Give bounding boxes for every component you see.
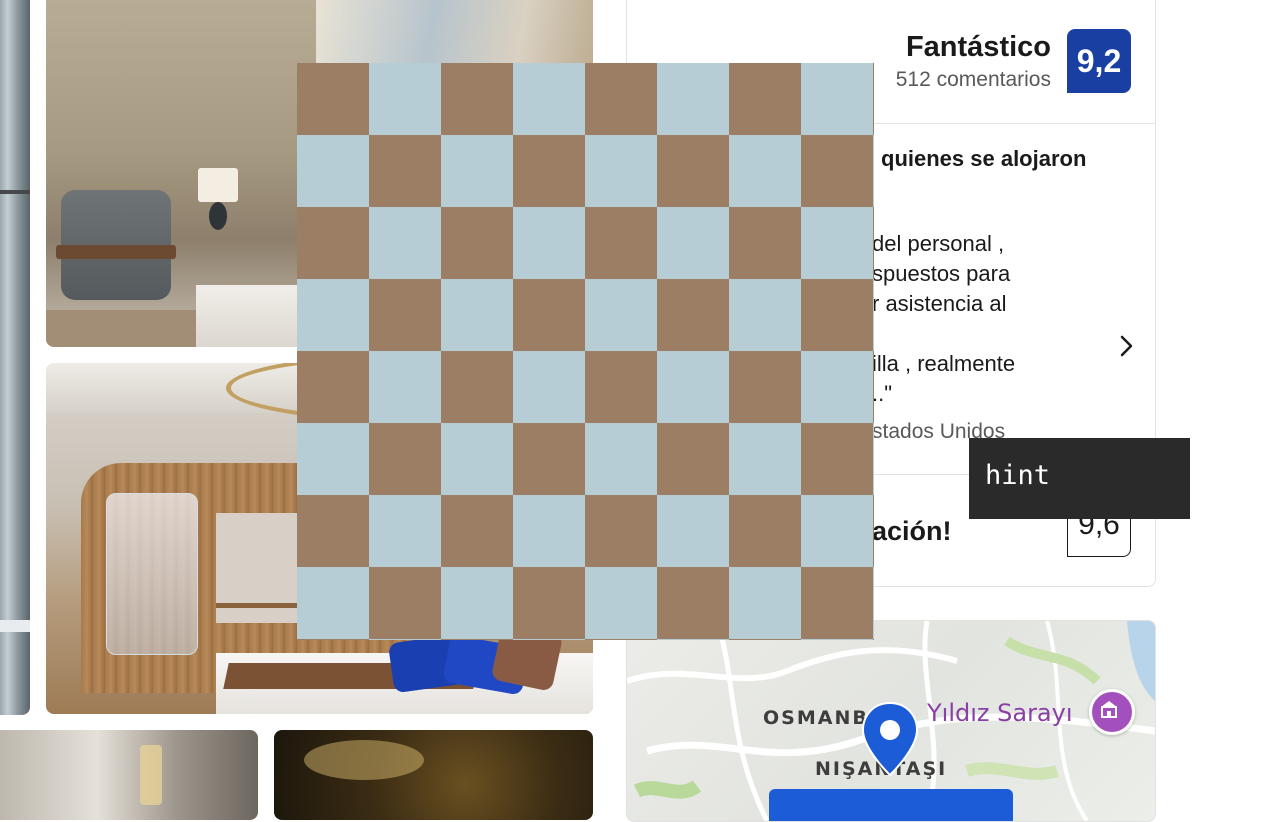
location-map[interactable]: BOMONTI OSMANBEY NIŞANTAŞI Yıldız Sarayı (626, 620, 1156, 822)
photo-detail (304, 740, 424, 780)
map-pin-icon[interactable] (860, 701, 920, 779)
map-label-yildiz: Yıldız Sarayı (927, 699, 1073, 727)
review-quote-line: illa , realmente (872, 351, 1016, 376)
gallery-photo-dessert[interactable] (274, 730, 593, 820)
photo-detail (46, 310, 206, 347)
palace-icon-glyph (1101, 701, 1117, 718)
review-quote-line: r asistencia al (872, 291, 1007, 316)
map-pin-icon-glyph (861, 701, 919, 777)
checkerboard-overlay (297, 63, 874, 640)
guests-heading: quienes se alojaron (881, 146, 1087, 171)
photo-detail (56, 245, 176, 259)
chevron-right-icon-glyph (1120, 335, 1133, 357)
photo-detail (209, 202, 227, 230)
photo-detail (0, 620, 30, 632)
photo-detail (198, 168, 238, 202)
score-badge: 9,2 (1067, 29, 1131, 93)
hint-tooltip: hint (969, 438, 1190, 519)
photo-detail (0, 190, 30, 194)
show-on-map-button[interactable] (769, 789, 1013, 821)
review-count-link[interactable]: 512 comentarios (896, 68, 1051, 92)
review-quote-line: .." (872, 381, 893, 406)
review-quote-line: del personal , (872, 231, 1005, 256)
review-quote-line: spuestos para (872, 261, 1011, 286)
chevron-right-icon[interactable] (1115, 331, 1137, 361)
palace-icon[interactable] (1089, 689, 1135, 735)
gallery-photo-lobby[interactable] (0, 0, 30, 715)
photo-detail (140, 745, 162, 805)
rating-label: Fantástico (905, 31, 1051, 63)
photo-detail (106, 493, 198, 655)
gallery-photo-bar[interactable] (0, 730, 258, 820)
location-rating-label: ación! (872, 516, 952, 546)
